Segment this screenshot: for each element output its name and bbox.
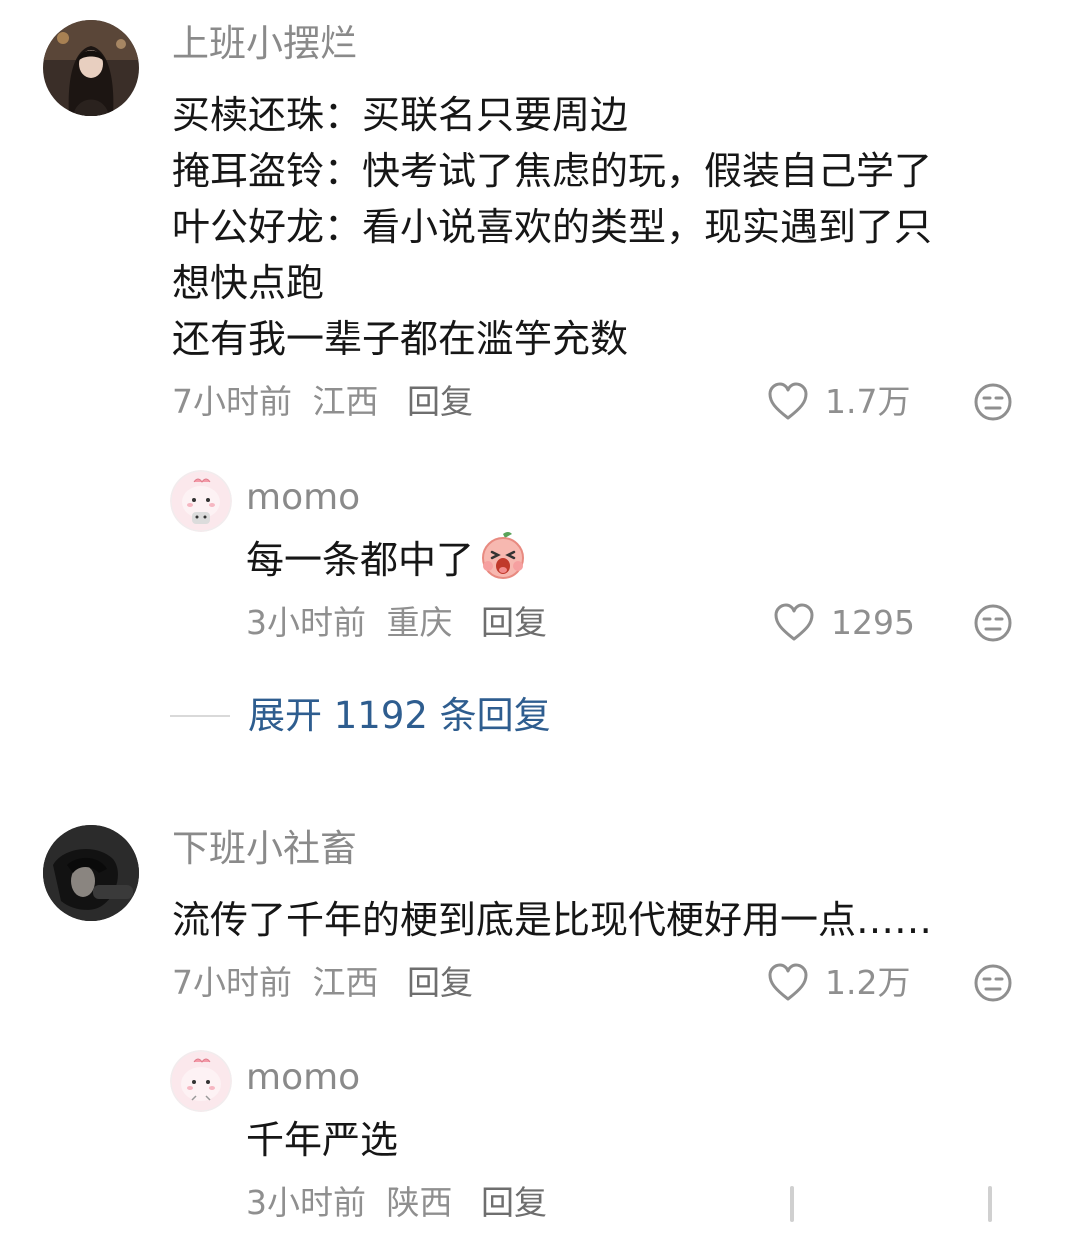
comment-location: 江西 [312,963,379,1002]
reply-content: 每一条都中了 [246,530,528,595]
reply-meta: 3小时前 重庆 回复 [246,603,557,643]
scroll-indicator [988,1186,992,1222]
meh-face-icon [974,604,1012,642]
pink-cartoon-avatar [170,470,232,532]
pink-cartoon-avatar [170,1050,232,1112]
comment-line: 叶公好龙：看小说喜欢的类型，现实遇到了只 [172,205,933,249]
comment-content: 买椟还珠：买联名只要周边 掩耳盗铃：快考试了焦虑的玩，假装自己学了 叶公好龙：看… [172,87,932,367]
comment-line: 流传了千年的梗到底是比现代梗好用一点…… [172,898,933,942]
expand-replies-label: 展开 1192 条回复 [248,694,551,737]
reply-time: 3小时前 [246,1183,366,1222]
like-button[interactable]: 1295 [773,603,915,643]
like-button[interactable]: 1.2万 [767,963,910,1003]
reply-content: 千年严选 [246,1112,398,1168]
user-avatar[interactable] [43,825,139,921]
comment-time: 7小时前 [172,963,292,1002]
comment-content: 流传了千年的梗到底是比现代梗好用一点…… [172,892,932,948]
shouting-peach-emoji [478,530,528,595]
reply-location: 陕西 [386,1183,453,1222]
reply-meta: 3小时前 陕西 回复 [246,1183,557,1223]
reply-username[interactable]: momo [246,1056,360,1100]
comment-line: 想快点跑 [172,261,325,305]
reply-avatar[interactable] [170,470,232,532]
dislike-button[interactable] [973,382,1013,426]
meh-face-icon [974,964,1012,1002]
comment-username[interactable]: 下班小社畜 [172,827,357,871]
comment-time: 7小时前 [172,382,292,421]
reply-location: 重庆 [386,603,453,642]
dislike-button[interactable] [973,603,1013,647]
comment-line: 还有我一辈子都在滥竽充数 [172,317,629,361]
reply-button[interactable]: 回复 [407,963,473,1002]
comment-line: 买椟还珠：买联名只要周边 [172,93,629,137]
dark-portrait-avatar [43,825,139,921]
like-button[interactable]: 1.7万 [767,382,910,422]
heart-icon [774,603,814,641]
divider-line [170,715,230,717]
reply-button[interactable]: 回复 [407,382,473,421]
like-count: 1.2万 [825,963,911,1002]
reply-time: 3小时前 [246,603,366,642]
scroll-indicator [790,1186,794,1222]
reply-avatar[interactable] [170,1050,232,1112]
reply-text: 每一条都中了 [246,538,475,582]
user-avatar[interactable] [43,20,139,116]
reply-button[interactable]: 回复 [481,1183,547,1222]
woman-portrait-avatar [43,20,139,116]
heart-icon [768,382,808,420]
meh-face-icon [974,383,1012,421]
reply-text: 千年严选 [246,1118,399,1162]
like-count: 1.7万 [825,382,911,421]
like-count: 1295 [831,603,915,642]
reply-username[interactable]: momo [246,476,360,520]
comment-meta: 7小时前 江西 回复 [172,382,483,422]
comment-meta: 7小时前 江西 回复 [172,963,483,1003]
heart-icon [768,963,808,1001]
comment-line: 掩耳盗铃：快考试了焦虑的玩，假装自己学了 [172,149,933,193]
reply-button[interactable]: 回复 [481,603,547,642]
dislike-button[interactable] [973,963,1013,1007]
comment-location: 江西 [312,382,379,421]
expand-replies-button[interactable]: 展开 1192 条回复 [170,694,551,738]
comment-username[interactable]: 上班小摆烂 [172,22,357,66]
